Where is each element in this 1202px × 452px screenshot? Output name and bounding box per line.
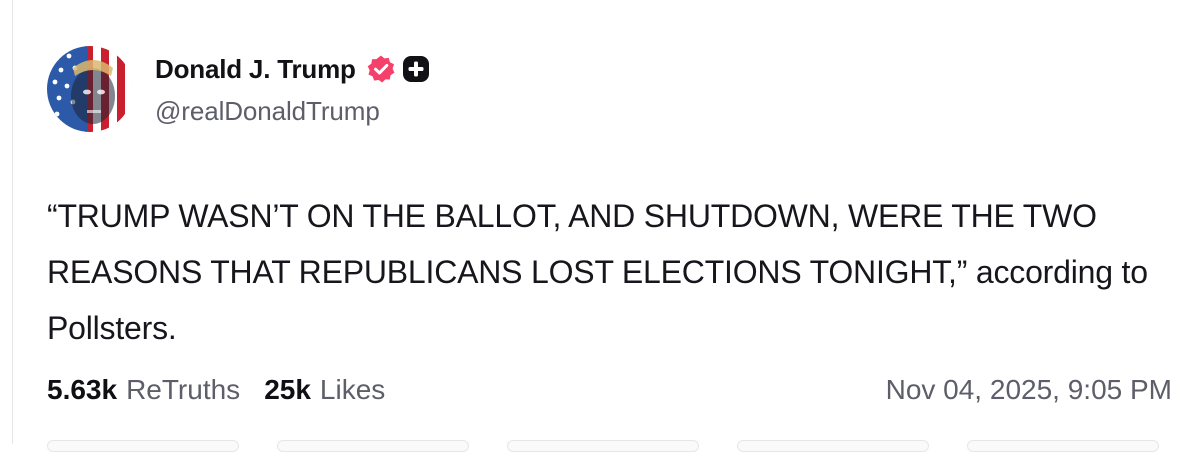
likes-label: Likes bbox=[319, 374, 386, 405]
author-name[interactable]: Donald J. Trump bbox=[155, 54, 356, 85]
name-row: Donald J. Trump bbox=[155, 54, 430, 84]
reply-action-button[interactable] bbox=[47, 440, 239, 452]
avatar[interactable] bbox=[47, 46, 133, 132]
retruths-label: ReTruths bbox=[126, 374, 241, 405]
like-action-button[interactable] bbox=[507, 440, 699, 452]
author-identity: Donald J. Trump @realDonaldTrump bbox=[155, 46, 430, 127]
avatar-image bbox=[47, 46, 133, 132]
share-action-button[interactable] bbox=[737, 440, 929, 452]
author-handle[interactable]: @realDonaldTrump bbox=[155, 96, 430, 127]
likes-stat[interactable]: 25k Likes bbox=[264, 374, 385, 406]
likes-count: 25k bbox=[264, 374, 311, 405]
more-action-button[interactable] bbox=[967, 440, 1159, 452]
plus-badge-icon bbox=[402, 55, 430, 83]
post-timestamp[interactable]: Nov 04, 2025, 9:05 PM bbox=[886, 374, 1172, 406]
post-text: “TRUMP WASN’T ON THE BALLOT, AND SHUTDOW… bbox=[47, 198, 1157, 346]
post-footer: 5.63k ReTruths 25k Likes Nov 04, 2025, 9… bbox=[47, 372, 1172, 408]
retruths-count: 5.63k bbox=[47, 374, 118, 405]
retruth-action-button[interactable] bbox=[277, 440, 469, 452]
post-header: Donald J. Trump @realDonaldTrump bbox=[47, 46, 430, 132]
verified-badge-icon bbox=[366, 54, 396, 84]
retruths-stat[interactable]: 5.63k ReTruths bbox=[47, 374, 240, 406]
post-card[interactable]: Donald J. Trump @realDonaldTrump “TRUMP … bbox=[12, 0, 1202, 452]
